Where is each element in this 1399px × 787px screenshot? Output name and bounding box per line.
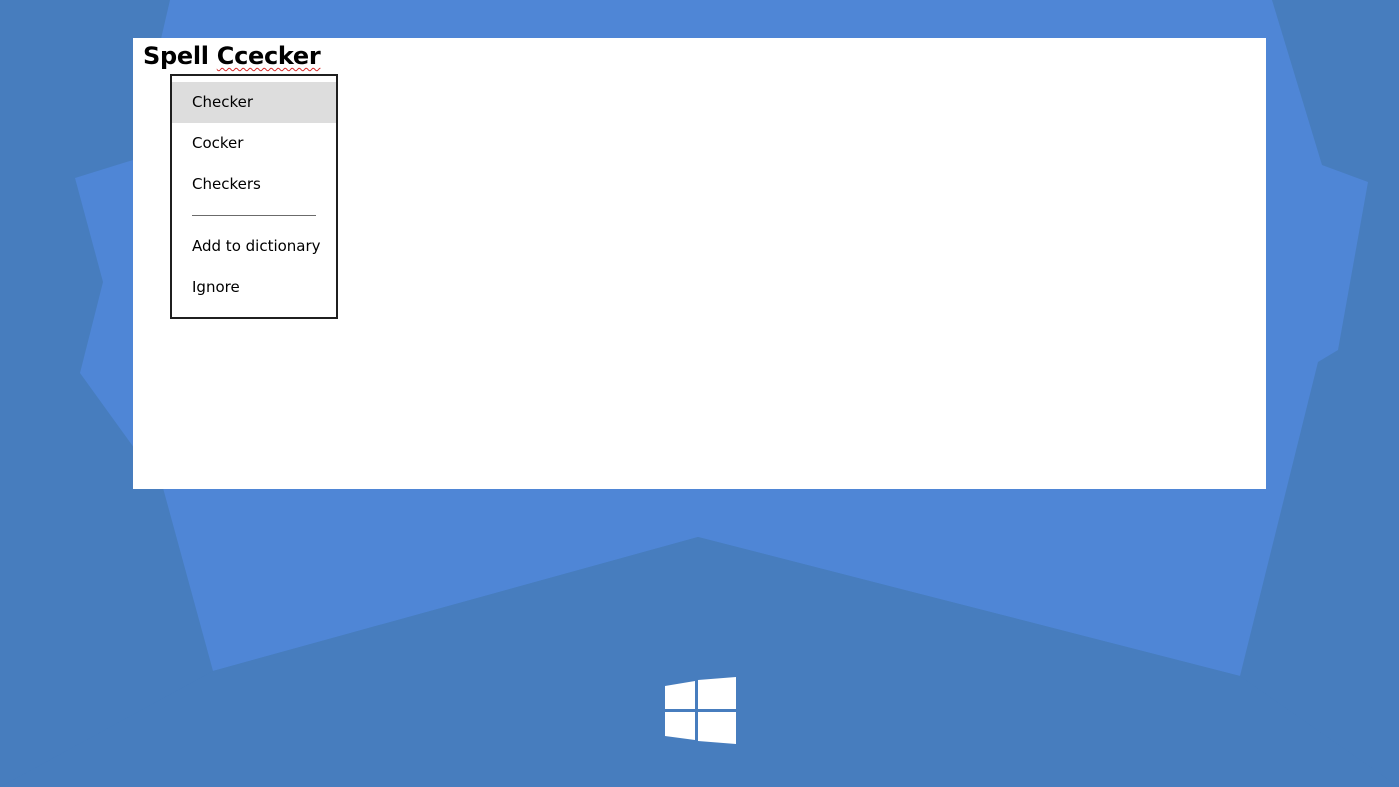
- desktop-background: Spell Ccecker Checker Cocker Checkers Ad…: [0, 0, 1399, 787]
- menu-item-suggestion-checkers[interactable]: Checkers: [172, 164, 336, 205]
- word-spell: Spell: [143, 42, 209, 70]
- menu-separator: [192, 215, 316, 216]
- menu-item-add-to-dictionary[interactable]: Add to dictionary: [172, 226, 336, 267]
- document-text[interactable]: Spell Ccecker: [143, 42, 321, 70]
- windows-logo-icon: [665, 677, 736, 744]
- misspelled-word[interactable]: Ccecker: [217, 42, 321, 70]
- menu-item-suggestion-checker[interactable]: Checker: [172, 82, 336, 123]
- menu-item-suggestion-cocker[interactable]: Cocker: [172, 123, 336, 164]
- menu-item-ignore[interactable]: Ignore: [172, 267, 336, 308]
- spell-check-context-menu: Checker Cocker Checkers Add to dictionar…: [170, 74, 338, 319]
